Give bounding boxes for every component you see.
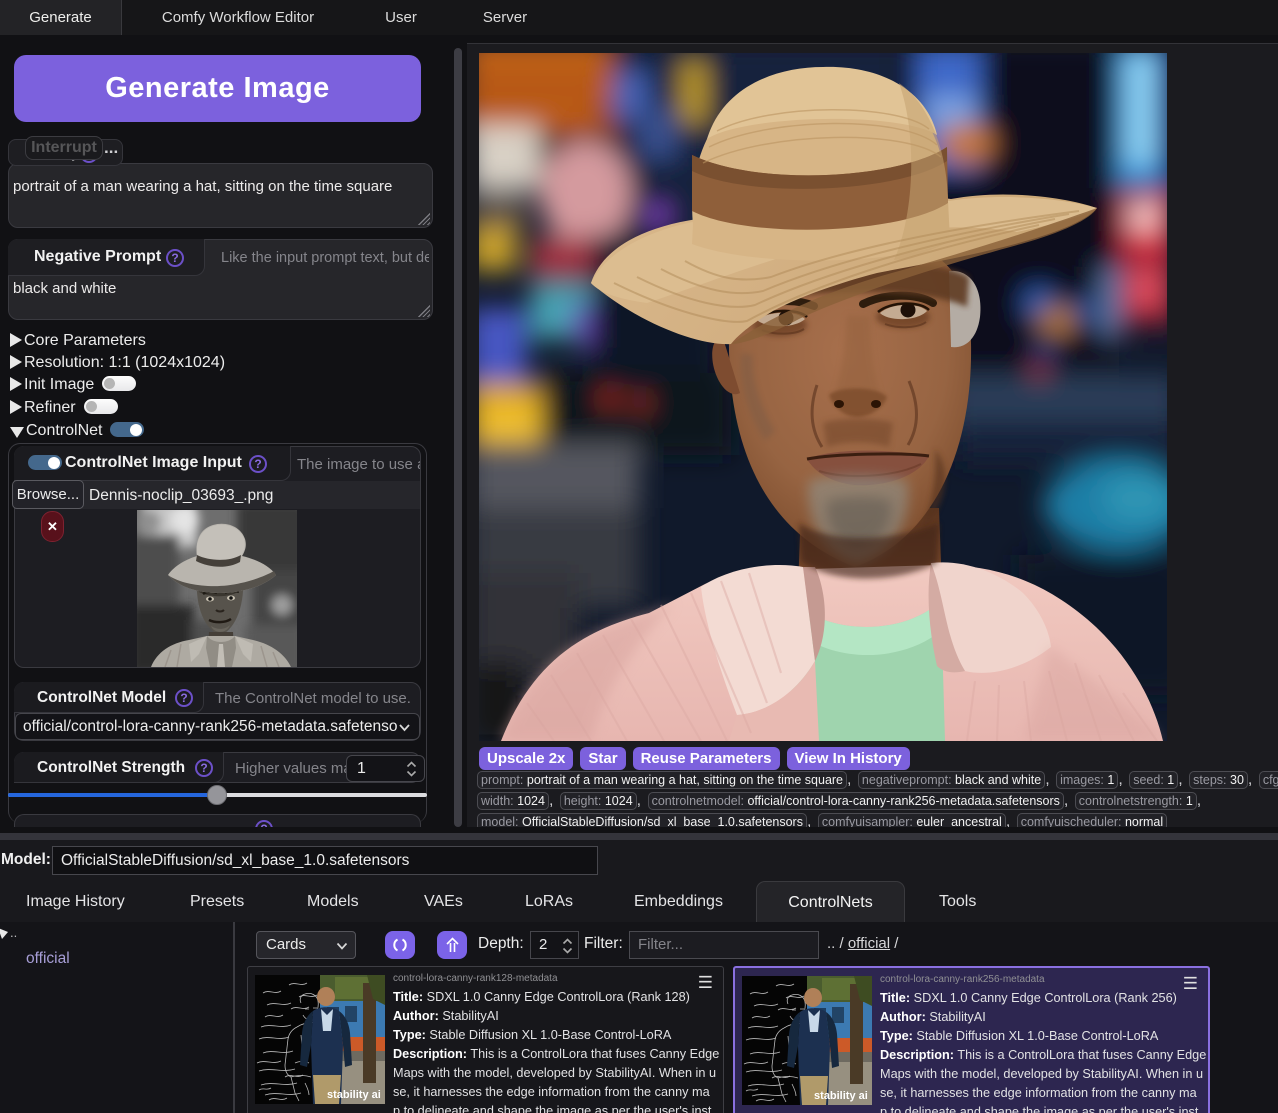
svg-text:stability ai: stability ai [327,1089,381,1101]
svg-text:stability ai: stability ai [814,1090,868,1102]
